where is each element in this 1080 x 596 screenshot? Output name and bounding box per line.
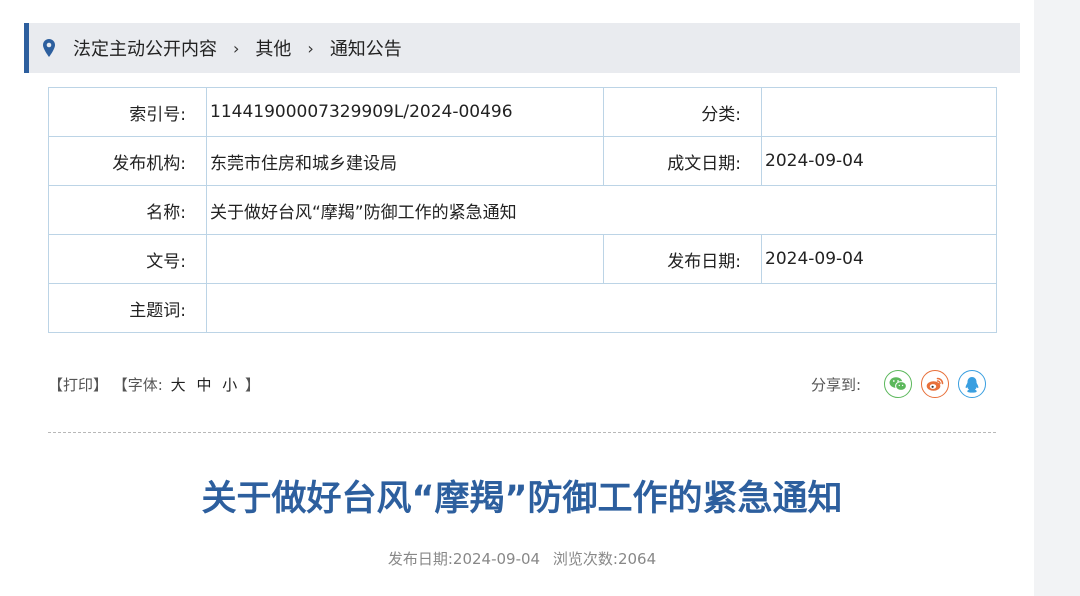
article-info: 发布日期:2024-09-04 浏览次数:2064 xyxy=(48,548,996,569)
view-count-label: 浏览次数: xyxy=(552,550,618,568)
index-value: 11441900007329909L/2024-00496 xyxy=(206,87,604,137)
doc-number-value xyxy=(206,234,604,284)
article-title: 关于做好台风“摩羯”防御工作的紧急通知 xyxy=(201,479,843,519)
publisher-label: 发布机构: xyxy=(48,136,207,186)
name-label: 名称: xyxy=(48,185,207,235)
qq-share-button[interactable] xyxy=(958,370,986,398)
table-row: 发布机构: 东莞市住房和城乡建设局 成文日期: 2024-09-04 xyxy=(48,136,997,186)
breadcrumb: 法定主动公开内容 › 其他 › 通知公告 xyxy=(24,23,1020,73)
article-tools: 【打印】 【字体: 大 中 小 】 分享到: xyxy=(48,370,996,400)
table-row: 索引号: 11441900007329909L/2024-00496 分类: xyxy=(48,87,997,137)
table-row: 名称: 关于做好台风“摩羯”防御工作的紧急通知 xyxy=(48,185,997,235)
written-date-value: 2024-09-04 xyxy=(761,136,997,186)
breadcrumb-item-notices[interactable]: 通知公告 xyxy=(330,35,402,61)
page: 法定主动公开内容 › 其他 › 通知公告 索引号: 11441900007329… xyxy=(0,0,1034,596)
font-size-suffix: 】 xyxy=(245,376,261,394)
print-button[interactable]: 【打印】 xyxy=(48,376,108,394)
breadcrumb-separator: › xyxy=(233,38,240,58)
location-pin-icon xyxy=(43,39,55,57)
print-font-tools: 【打印】 【字体: 大 中 小 】 xyxy=(48,374,260,395)
font-size-prefix: 【字体: xyxy=(112,376,163,394)
breadcrumb-item-public-content[interactable]: 法定主动公开内容 xyxy=(73,35,217,61)
article-publish-date-label: 发布日期: xyxy=(387,550,453,568)
publish-date-value: 2024-09-04 xyxy=(761,234,997,284)
article-publish-date: 2024-09-04 xyxy=(452,550,541,568)
wechat-share-button[interactable] xyxy=(884,370,912,398)
written-date-label: 成文日期: xyxy=(603,136,762,186)
divider xyxy=(48,432,996,433)
category-value xyxy=(761,87,997,137)
breadcrumb-item-other[interactable]: 其他 xyxy=(255,35,291,61)
weibo-icon xyxy=(926,377,944,391)
view-count: 2064 xyxy=(617,550,657,568)
publish-date-label: 发布日期: xyxy=(603,234,762,284)
font-large-button[interactable]: 大 xyxy=(171,376,186,394)
share-label: 分享到: xyxy=(810,375,861,394)
name-value: 关于做好台风“摩羯”防御工作的紧急通知 xyxy=(206,185,997,235)
publisher-value: 东莞市住房和城乡建设局 xyxy=(206,136,604,186)
weibo-share-button[interactable] xyxy=(921,370,949,398)
table-row: 文号: 发布日期: 2024-09-04 xyxy=(48,234,997,284)
table-row: 主题词: xyxy=(48,283,997,333)
wechat-icon xyxy=(889,377,907,391)
keywords-label: 主题词: xyxy=(48,283,207,333)
doc-number-label: 文号: xyxy=(48,234,207,284)
document-meta-table: 索引号: 11441900007329909L/2024-00496 分类: 发… xyxy=(48,87,997,333)
index-label: 索引号: xyxy=(48,87,207,137)
font-small-button[interactable]: 小 xyxy=(222,376,237,394)
share-bar: 分享到: xyxy=(811,370,986,398)
qq-icon xyxy=(965,376,979,393)
font-medium-button[interactable]: 中 xyxy=(196,376,211,394)
keywords-value xyxy=(206,283,997,333)
breadcrumb-separator: › xyxy=(307,38,314,58)
category-label: 分类: xyxy=(603,87,762,137)
